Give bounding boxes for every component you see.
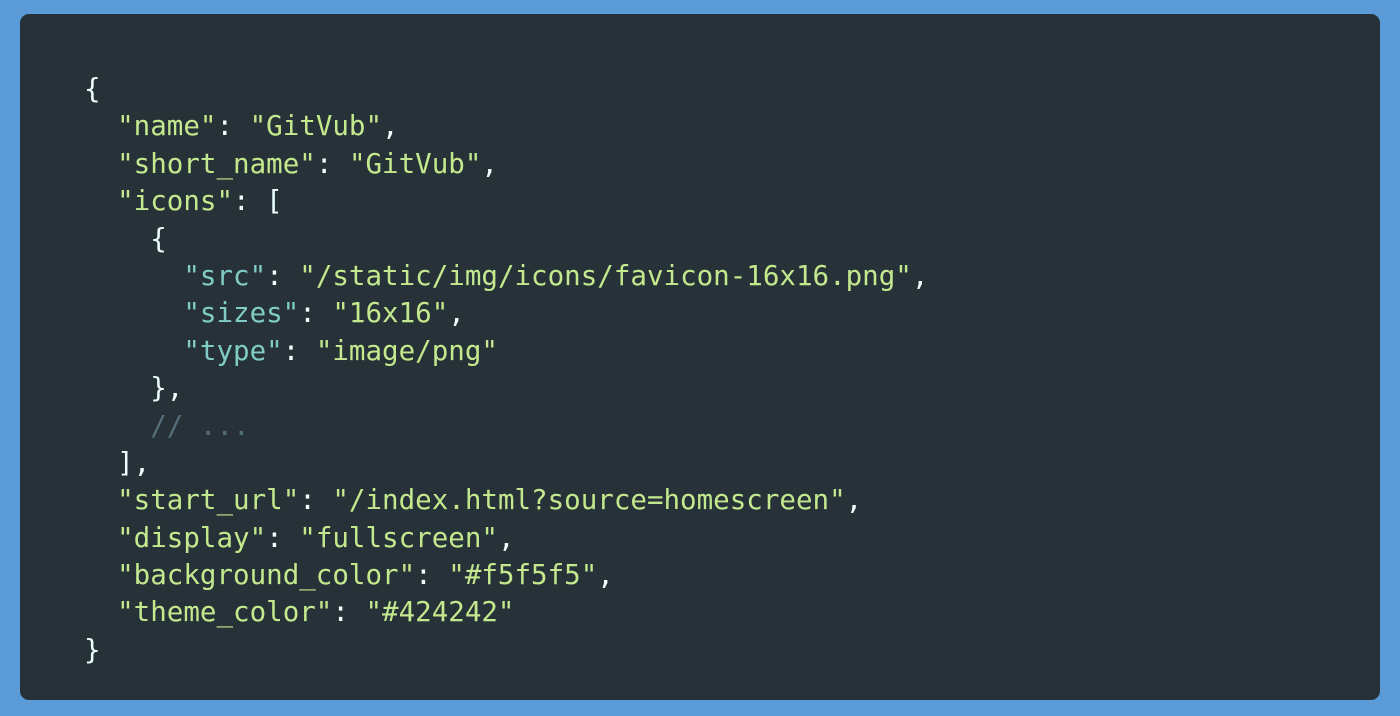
name-value: "GitVub" bbox=[249, 110, 383, 143]
sizes-key: "sizes" bbox=[183, 297, 300, 330]
background-color-value: "#f5f5f5" bbox=[448, 559, 598, 592]
json-code-block: { "name": "GitVub", "short_name": "GitVu… bbox=[84, 71, 928, 669]
display-key: "display" bbox=[117, 521, 267, 554]
theme-color-value: "#424242" bbox=[365, 596, 515, 629]
code-line: "src": "/static/img/icons/favicon-16x16.… bbox=[183, 259, 929, 292]
short-name-key: "short_name" bbox=[117, 147, 316, 180]
src-key: "src" bbox=[183, 259, 267, 292]
type-key: "type" bbox=[183, 334, 283, 367]
icons-array-open: [ bbox=[266, 185, 283, 218]
code-line: "theme_color": "#424242" bbox=[117, 596, 515, 629]
theme-color-key: "theme_color" bbox=[117, 596, 333, 629]
background-color-key: "background_color" bbox=[117, 559, 416, 592]
open-brace: { bbox=[84, 73, 101, 105]
icons-key: "icons" bbox=[117, 185, 234, 218]
start-url-key: "start_url" bbox=[117, 484, 300, 517]
display-value: "fullscreen" bbox=[299, 521, 498, 554]
code-line: // ... bbox=[84, 408, 928, 445]
code-line: } bbox=[84, 632, 928, 669]
code-line: "short_name": "GitVub", bbox=[117, 147, 498, 180]
start-url-value: "/index.html?source=homescreen" bbox=[332, 484, 846, 517]
code-line: "background_color": "#f5f5f5", bbox=[117, 559, 614, 592]
code-line: "display": "fullscreen", bbox=[117, 521, 515, 554]
code-line: }, bbox=[84, 370, 928, 407]
icons-array-close: ], bbox=[117, 446, 151, 479]
short-name-value: "GitVub" bbox=[348, 147, 482, 180]
code-panel: { "name": "GitVub", "short_name": "GitVu… bbox=[20, 14, 1380, 700]
name-key: "name" bbox=[117, 110, 217, 143]
icon-object-close: }, bbox=[150, 372, 184, 405]
close-brace: } bbox=[84, 633, 101, 666]
code-comment: // ... bbox=[150, 409, 250, 442]
code-line: "type": "image/png" bbox=[183, 334, 498, 367]
code-line: "name": "GitVub", bbox=[117, 110, 399, 143]
code-line: "start_url": "/index.html?source=homescr… bbox=[117, 484, 863, 517]
code-line: "icons": [ bbox=[117, 185, 283, 218]
code-line: { bbox=[84, 71, 928, 108]
type-value: "image/png" bbox=[315, 334, 498, 367]
code-line: ], bbox=[84, 445, 928, 482]
code-line: { bbox=[84, 221, 928, 258]
code-line: "sizes": "16x16", bbox=[183, 297, 465, 330]
src-value: "/static/img/icons/favicon-16x16.png" bbox=[299, 259, 912, 292]
sizes-value: "16x16" bbox=[332, 297, 449, 330]
icon-object-open: { bbox=[150, 222, 167, 255]
